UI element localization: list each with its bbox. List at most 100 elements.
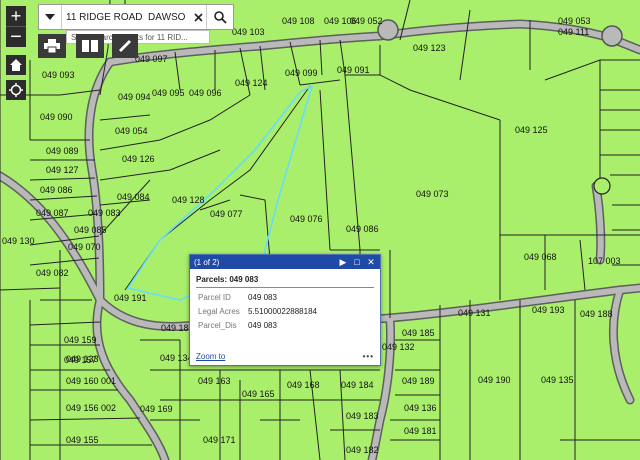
parcel-label: 049 086 [346,224,379,234]
parcel-label: 049 188 [580,309,613,319]
parcel-label: 049 053 [558,16,591,26]
popup-feature-count: (1 of 2) [194,257,220,267]
parcel-label: 049 185 [402,328,435,338]
parcel-label: 049 131 [458,308,491,318]
grid-icon [82,40,98,52]
parcel-label: 049 085 [74,225,107,235]
printer-icon [44,39,60,53]
basemap-gallery-button[interactable] [76,34,104,58]
parcel-label: 049 126 [122,154,155,164]
parcel-label: 049 103 [232,27,265,37]
parcel-label: 049 189 [402,376,435,386]
parcel-label: 107 003 [588,256,621,266]
parcel-label: 049 087 [36,208,69,218]
parcel-label: 049 132 [382,342,415,352]
parcel-label: 049 184 [341,380,374,390]
parcel-label: 049 163 [198,376,231,386]
parcel-label: 049 123 [413,43,446,53]
parcel-label: 049 082 [36,268,69,278]
cul-de-sac [593,177,611,195]
parcel-label: 049 076 [290,214,323,224]
parcel-label: 049 111 [558,27,589,37]
parcel-label: 049 183 [346,411,379,421]
zoom-out-button[interactable]: − [6,26,26,48]
parcel-label: 049 068 [524,252,557,262]
parcel-label: 049 077 [210,209,243,219]
home-button[interactable] [6,55,26,75]
locate-button[interactable] [6,80,26,100]
parcel-label: 049 156 002 [66,403,116,413]
parcel-label: 049 182 [346,445,379,455]
popup-row: Legal Acres 5.51000022888184 [198,307,380,316]
more-actions-button[interactable]: ••• [363,352,374,361]
parcel-label: 049 127 [46,165,79,175]
search-input[interactable] [62,11,190,23]
search-button[interactable] [206,5,233,29]
parcel-label: 049 097 [135,54,168,64]
popup-row: Parcel_Dis 049 083 [198,321,380,330]
popup-header: (1 of 2) ▶ □ ✕ [190,255,380,269]
parcel-label: 049 155 [66,435,99,445]
clear-search-button[interactable] [190,5,206,29]
parcel-map[interactable]: 049 108 049 106049 052 049 053049 111049 1… [0,0,640,460]
locate-icon [9,83,23,97]
parcel-label: 049 084 [117,192,150,202]
parcel-label: 049 193 [532,305,565,315]
next-feature-button[interactable]: ▶ [338,257,348,267]
field-value: 049 083 [248,321,277,330]
parcel-label: 049 169 [140,404,173,414]
parcel-label: 049 171 [203,435,236,445]
popup-divider [196,287,374,288]
parcel-label: 049 070 [68,242,101,252]
maximize-button[interactable]: □ [352,257,362,267]
parcel-label: 049 165 [242,389,275,399]
parcel-label: 049 091 [337,65,370,75]
measure-button[interactable] [112,34,138,58]
zoom-in-button[interactable]: + [6,6,26,27]
field-key: Parcel ID [198,293,231,302]
parcel-label: 049 090 [40,112,73,122]
parcel-label: 049 191 [114,293,147,303]
close-icon [193,12,203,22]
close-popup-button[interactable]: ✕ [366,257,376,267]
search-source-dropdown[interactable] [39,5,62,29]
parcel-label: 049 134 [160,353,193,363]
home-icon [10,59,22,71]
parcel-label: 049 130 [2,236,35,246]
search-box [38,4,234,30]
parcel-label: 049 157 [64,355,97,365]
parcel-label: 049 168 [287,380,320,390]
parcel-label: 049 052 [350,16,383,26]
parcel-label: 049 128 [172,195,205,205]
parcel-label: 049 099 [285,68,318,78]
parcel-label: 049 073 [416,189,449,199]
popup-footer: Zoom to ••• [196,352,374,361]
parcel-label: 049 054 [115,126,148,136]
popup-row: Parcel ID 049 083 [198,293,380,302]
field-value: 049 083 [248,293,277,302]
parcel-label: 049 135 [541,375,574,385]
parcel-label: 049 086 [40,185,73,195]
popup-title: Parcels: 049 083 [196,275,259,284]
parcel-popup: (1 of 2) ▶ □ ✕ Parcels: 049 083 Parcel I… [189,254,381,366]
parcel-label: 049 094 [118,92,151,102]
chevron-down-icon [45,14,55,20]
parcel-label: 049 190 [478,375,511,385]
field-key: Legal Acres [198,307,240,316]
parcel-label: 049 181 [404,426,437,436]
print-button[interactable] [38,34,66,58]
parcel-label: 049 124 [235,78,268,88]
parcel-label: 049 160 001 [66,376,116,386]
parcel-label: 049 095 [152,88,185,98]
search-icon [213,10,227,24]
cul-de-sac [601,25,623,47]
parcel-label: 049 096 [189,88,222,98]
parcel-label: 049 136 [404,403,437,413]
parcel-label: 049 083 [88,208,121,218]
field-key: Parcel_Dis [198,321,237,330]
parcel-label: 049 125 [515,125,548,135]
ruler-icon [119,40,131,52]
field-value: 5.51000022888184 [248,307,317,316]
parcel-label: 049 093 [42,70,75,80]
zoom-to-link[interactable]: Zoom to [196,352,363,361]
